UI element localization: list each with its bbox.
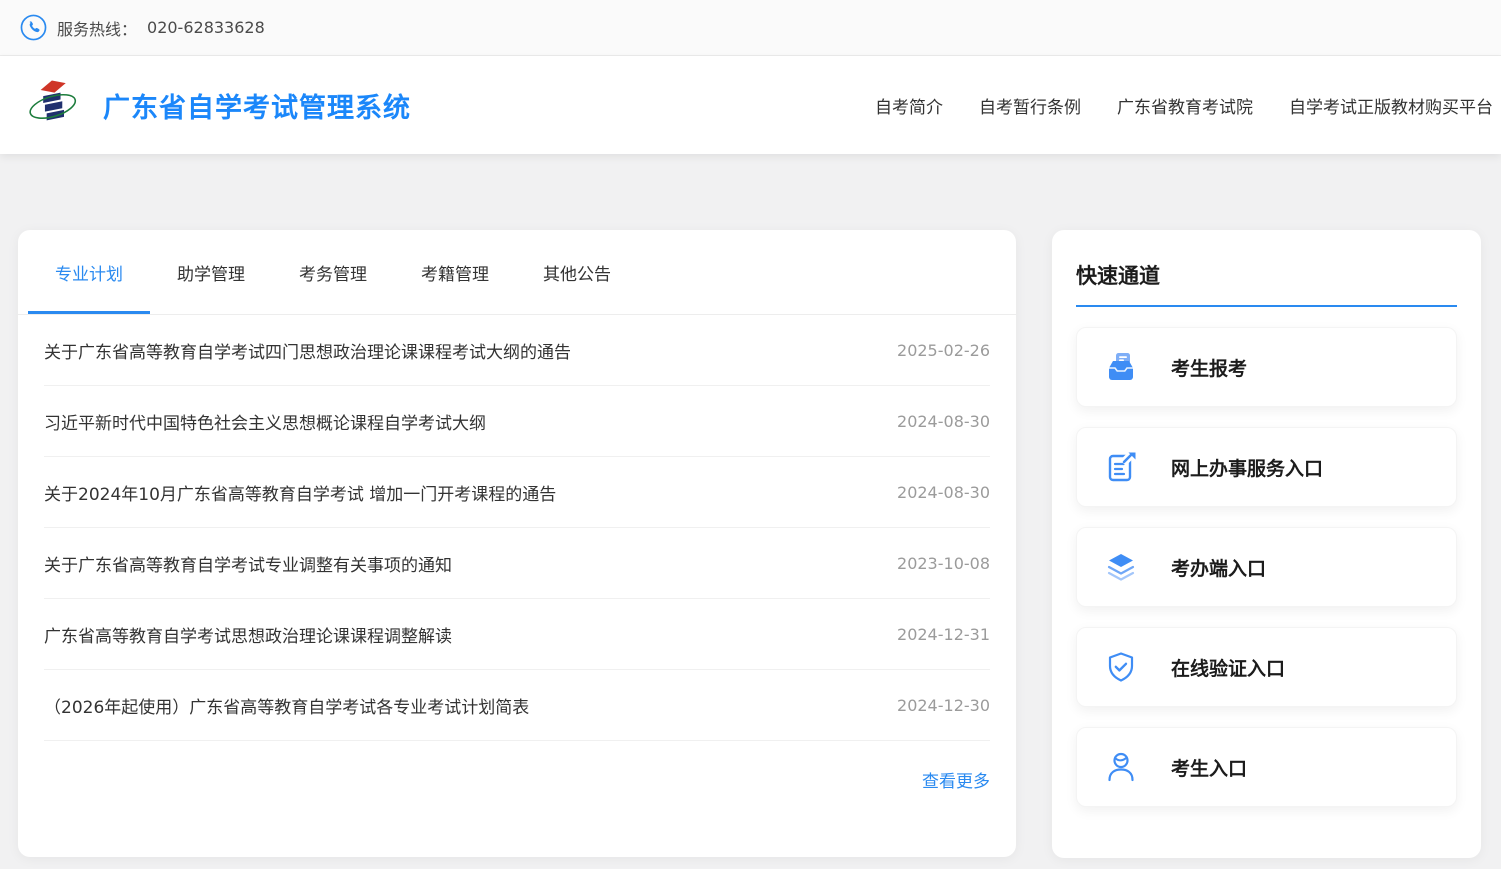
announcement-row: 关于广东省高等教育自学考试专业调整有关事项的通知 2023-10-08 [44,528,990,599]
announcement-row: 习近平新时代中国特色社会主义思想概论课程自学考试大纲 2024-08-30 [44,386,990,457]
announcement-list: 关于广东省高等教育自学考试四门思想政治理论课课程考试大纲的通告 2025-02-… [18,315,1016,741]
nav-link-intro[interactable]: 自考简介 [875,93,943,118]
announcement-link[interactable]: 关于2024年10月广东省高等教育自学考试 增加一门开考课程的通告 [44,480,556,505]
header: 广东省自学考试管理系统 自考简介 自考暂行条例 广东省教育考试院 自学考试正版教… [0,56,1501,154]
announcement-date: 2024-08-30 [897,412,990,431]
announcement-date: 2025-02-26 [897,341,990,360]
quick-link-candidate-registration[interactable]: 考生报考 [1076,327,1457,407]
quick-link-exam-office-portal[interactable]: 考办端入口 [1076,527,1457,607]
quick-channel-card: 快速通道 考生报考 网上办事服务入口 [1052,230,1481,858]
announcement-tabs: 专业计划 助学管理 考务管理 考籍管理 其他公告 [18,230,1016,315]
announcement-date: 2024-08-30 [897,483,990,502]
quick-channel-title: 快速通道 [1076,230,1457,307]
quick-link-label: 考生报考 [1171,354,1247,381]
announcement-row: （2026年起使用）广东省高等教育自学考试各专业考试计划简表 2024-12-3… [44,670,990,741]
view-more-link[interactable]: 查看更多 [922,767,990,792]
hotline-number: 020-62833628 [147,18,265,37]
quick-link-label: 考生入口 [1171,754,1247,781]
site-logo [25,75,77,135]
nav-link-regulations[interactable]: 自考暂行条例 [979,93,1081,118]
announcement-link[interactable]: 关于广东省高等教育自学考试四门思想政治理论课课程考试大纲的通告 [44,338,571,363]
shield-check-icon [1105,651,1137,683]
announcement-date: 2024-12-30 [897,696,990,715]
topbar: 服务热线： 020-62833628 [0,0,1501,56]
tab-major-plan[interactable]: 专业计划 [28,230,150,314]
announcement-link[interactable]: （2026年起使用）广东省高等教育自学考试各专业考试计划简表 [44,693,529,718]
quick-link-label: 考办端入口 [1171,554,1266,581]
layers-icon [1105,551,1137,583]
announcement-row: 关于2024年10月广东省高等教育自学考试 增加一门开考课程的通告 2024-0… [44,457,990,528]
nav-link-gd-exam-authority[interactable]: 广东省教育考试院 [1117,93,1253,118]
quick-link-online-verification[interactable]: 在线验证入口 [1076,627,1457,707]
quick-link-label: 网上办事服务入口 [1171,454,1323,481]
announcement-date: 2023-10-08 [897,554,990,573]
document-edit-icon [1105,451,1137,483]
tab-other-notices[interactable]: 其他公告 [516,230,638,314]
header-nav: 自考简介 自考暂行条例 广东省教育考试院 自学考试正版教材购买平台 [875,56,1493,154]
quick-link-label: 在线验证入口 [1171,654,1285,681]
tab-exam-affairs[interactable]: 考务管理 [272,230,394,314]
phone-icon [20,14,47,41]
announcement-link[interactable]: 关于广东省高等教育自学考试专业调整有关事项的通知 [44,551,452,576]
quick-link-candidate-portal[interactable]: 考生入口 [1076,727,1457,807]
announcement-link[interactable]: 习近平新时代中国特色社会主义思想概论课程自学考试大纲 [44,409,486,434]
hotline-label: 服务热线： [57,16,137,40]
announcement-row: 关于广东省高等教育自学考试四门思想政治理论课课程考试大纲的通告 2025-02-… [44,315,990,386]
announcement-date: 2024-12-31 [897,625,990,644]
user-icon [1105,751,1137,783]
quick-link-online-services[interactable]: 网上办事服务入口 [1076,427,1457,507]
announcement-row: 广东省高等教育自学考试思想政治理论课课程调整解读 2024-12-31 [44,599,990,670]
inbox-icon [1105,351,1137,383]
tab-study-aid[interactable]: 助学管理 [150,230,272,314]
site-title: 广东省自学考试管理系统 [103,86,411,125]
more-row: 查看更多 [18,741,1016,792]
nav-link-textbook-platform[interactable]: 自学考试正版教材购买平台 [1289,93,1493,118]
announcements-card: 专业计划 助学管理 考务管理 考籍管理 其他公告 关于广东省高等教育自学考试四门… [18,230,1016,857]
announcement-link[interactable]: 广东省高等教育自学考试思想政治理论课课程调整解读 [44,622,452,647]
tab-exam-records[interactable]: 考籍管理 [394,230,516,314]
